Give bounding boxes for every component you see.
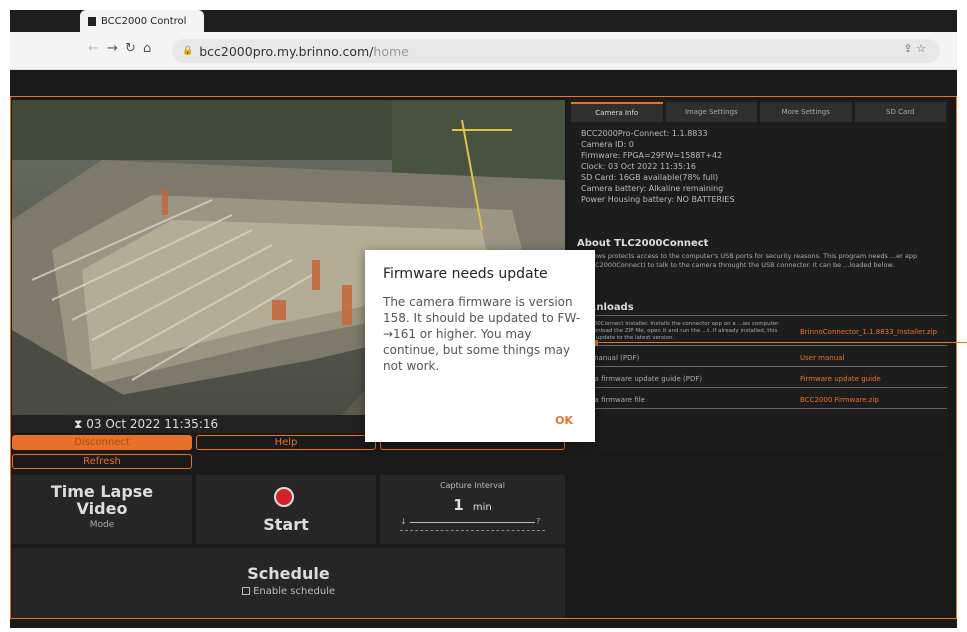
- schedule-checkbox-label: Enable schedule: [253, 586, 336, 597]
- url-host: bcc2000pro.my.brinno.com/: [199, 43, 374, 59]
- connector-line: [598, 342, 967, 343]
- info-line: Camera battery: Alkaline remaining: [581, 184, 724, 193]
- start-label: Start: [263, 515, 309, 534]
- capture-scale: [400, 530, 545, 531]
- mode-caption: Mode: [89, 520, 115, 530]
- ok-button[interactable]: OK: [555, 414, 573, 427]
- refresh-button[interactable]: Refresh: [12, 454, 192, 469]
- info-line: Clock: 03 Oct 2022 11:35:16: [581, 162, 696, 171]
- capture-plus[interactable]: ?: [536, 517, 540, 526]
- download-link[interactable]: BCC2000 Firmware.zip: [800, 396, 879, 404]
- mode-line1: Time Lapse: [50, 482, 154, 501]
- mode-line2: Video: [76, 499, 128, 518]
- schedule-checkbox[interactable]: [241, 587, 250, 595]
- divider: [585, 315, 947, 316]
- capture-unit: min: [472, 502, 492, 513]
- tab-sd-card[interactable]: SD Card: [854, 102, 946, 122]
- disconnect-button[interactable]: Disconnect: [12, 435, 192, 450]
- download-link[interactable]: BrinnoConnector_1.1.8833_Installer.zip: [800, 328, 937, 336]
- download-link[interactable]: Firmware update guide: [800, 375, 881, 383]
- capture-interval-panel: Capture Interval 1 min ↓ ?: [380, 475, 565, 544]
- info-line: BCC2000Pro-Connect: 1.1.8833: [581, 129, 708, 138]
- home-icon[interactable]: ⌂: [143, 41, 151, 56]
- download-label: ...ra firmware update guide (PDF): [585, 375, 703, 383]
- schedule-checkbox-row[interactable]: Enable schedule: [12, 586, 565, 597]
- forward-icon[interactable]: →: [107, 41, 118, 56]
- lock-icon: 🔒: [182, 46, 194, 56]
- page-icon: [88, 16, 96, 26]
- about-text: ...lows protects access to the computer'…: [585, 252, 918, 269]
- download-row: ...ra firmware update guide (PDF) Firmwa…: [585, 370, 947, 388]
- download-row: ...ra firmware file BCC2000 Firmware.zip: [585, 391, 947, 409]
- capture-minus[interactable]: ↓: [400, 517, 407, 526]
- start-panel[interactable]: Start: [196, 475, 376, 544]
- info-line: Firmware: FPGA=29FW=1588T+42: [581, 151, 723, 160]
- capture-slider[interactable]: [410, 522, 535, 523]
- schedule-title: Schedule: [247, 564, 330, 583]
- download-row: ...manual (PDF) User manual: [585, 349, 947, 367]
- firmware-update-dialog: Firmware needs update The camera firmwar…: [365, 250, 595, 442]
- browser-tab[interactable]: BCC2000 Control: [80, 10, 204, 32]
- record-icon: [274, 487, 294, 507]
- tab-camera-info[interactable]: Camera Info: [571, 102, 663, 122]
- mode-panel[interactable]: Time Lapse Video Mode: [12, 475, 192, 544]
- info-line: Camera ID: 0: [581, 140, 634, 149]
- info-line: SD Card: 16GB available(78% full): [581, 173, 719, 182]
- schedule-panel: Schedule Enable schedule: [12, 548, 565, 618]
- share-star-icons[interactable]: ⇪ ☆: [903, 42, 926, 55]
- back-icon[interactable]: ←: [88, 41, 99, 56]
- info-line: Power Housing battery: NO BATTERIES: [581, 195, 735, 204]
- timestamp-text: ⧗ 03 Oct 2022 11:35:16: [74, 417, 219, 431]
- url-path: home: [373, 43, 409, 59]
- tab-more-settings[interactable]: More Settings: [760, 102, 852, 122]
- capture-title: Capture Interval: [440, 481, 505, 490]
- dialog-title: Firmware needs update: [383, 266, 548, 282]
- address-bar-area: ← → ↻ ⌂ 🔒 bcc2000pro.my.brinno.com/home …: [10, 32, 957, 70]
- reload-icon[interactable]: ↻: [125, 41, 136, 56]
- settings-tabs: Camera Info Image Settings More Settings…: [571, 102, 946, 122]
- tab-title: BCC2000 Control: [101, 15, 187, 27]
- dialog-body: The camera firmware is version 158. It s…: [383, 295, 581, 373]
- download-label: ...000Connect Installer. Installs the co…: [585, 321, 780, 341]
- help-button[interactable]: Help: [196, 435, 376, 450]
- camera-info-list: BCC2000Pro-Connect: 1.1.8833 Camera ID: …: [581, 128, 735, 205]
- url-field[interactable]: 🔒 bcc2000pro.my.brinno.com/home ⇪ ☆: [172, 39, 940, 63]
- download-link[interactable]: User manual: [800, 354, 844, 362]
- capture-value: 1: [453, 496, 464, 514]
- about-title: About TLC2000Connect: [577, 238, 709, 249]
- tab-image-settings[interactable]: Image Settings: [665, 102, 757, 122]
